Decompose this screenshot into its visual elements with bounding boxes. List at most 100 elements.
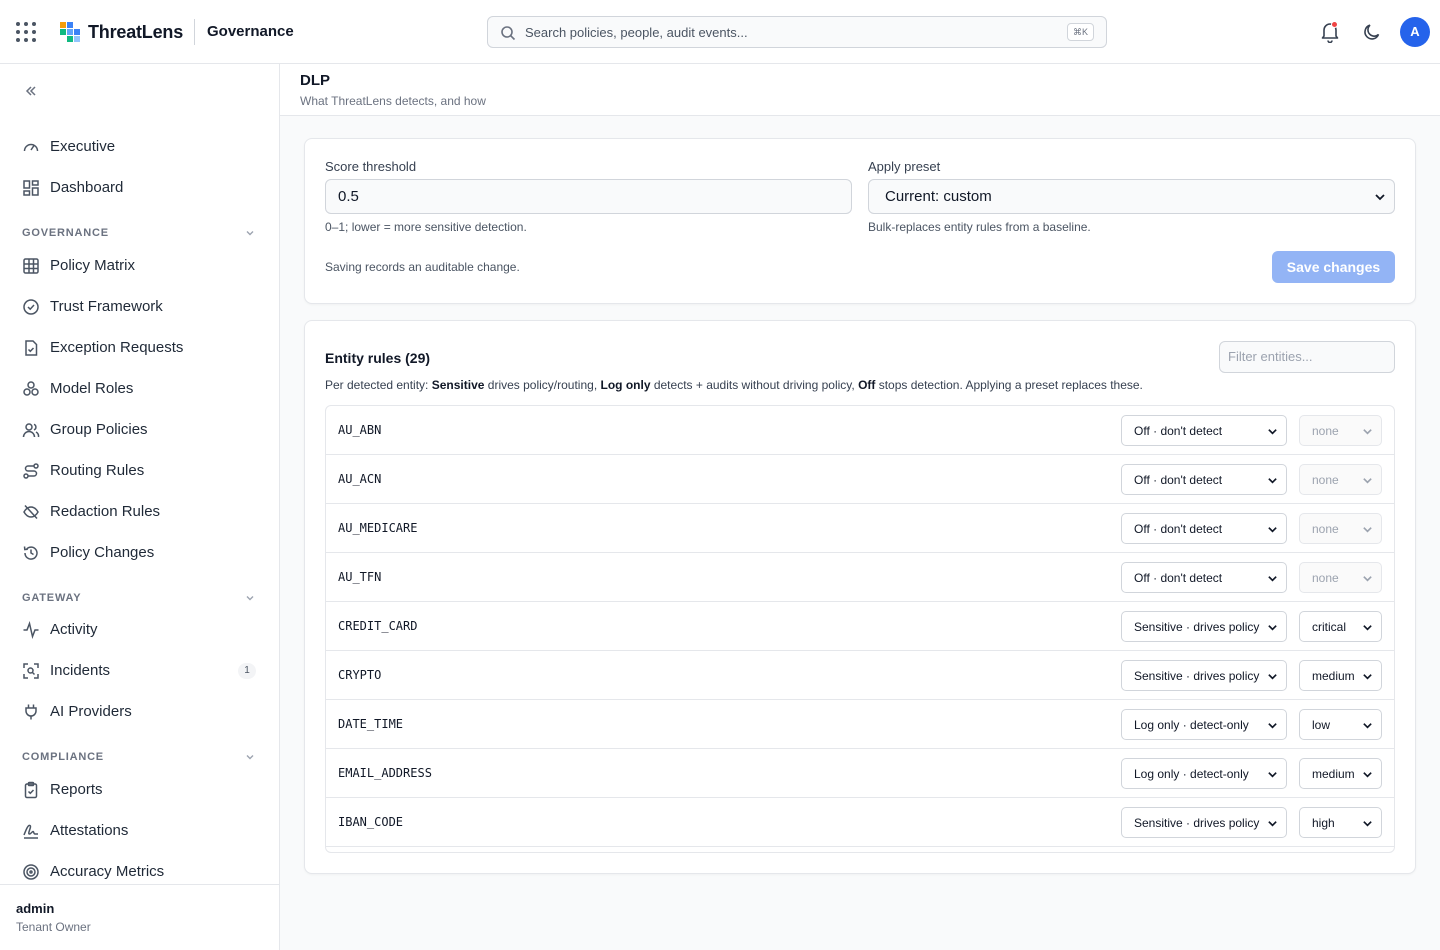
entity-mode-select[interactable]: Off · don't detect	[1121, 513, 1287, 544]
sidebar-item-policy-matrix[interactable]: Policy Matrix	[12, 249, 266, 283]
threshold-help: 0–1; lower = more sensitive detection.	[325, 220, 527, 234]
sidebar-item-reports[interactable]: Reports	[12, 773, 266, 807]
entity-severity-select: none	[1299, 415, 1382, 446]
sidebar-item-group-policies[interactable]: Group Policies	[12, 413, 266, 447]
score-threshold-input[interactable]: 0.5	[325, 179, 852, 214]
entity-severity-select[interactable]: high	[1299, 807, 1382, 838]
page-title: DLP	[300, 72, 330, 89]
page-subtitle: What ThreatLens detects, and how	[300, 94, 486, 108]
entity-mode-select[interactable]: Sensitive · drives policy	[1121, 807, 1287, 838]
entity-mode-select[interactable]: Sensitive · drives policy	[1121, 611, 1287, 642]
sidebar-item-attestations[interactable]: Attestations	[12, 814, 266, 848]
sidebar-item-label: AI Providers	[50, 703, 132, 720]
mode-selected-value: Off · don't detect	[1134, 522, 1223, 536]
audit-note: Saving records an auditable change.	[325, 260, 520, 274]
notifications-button[interactable]	[1320, 21, 1340, 44]
clipboard-check-icon	[24, 781, 38, 799]
entity-mode-select[interactable]: Log only · detect-only	[1121, 709, 1287, 740]
sidebar-item-label: Trust Framework	[50, 298, 163, 315]
eye-off-icon	[23, 504, 39, 520]
brand-divider	[194, 19, 195, 45]
search-input[interactable]: Search policies, people, audit events...	[525, 25, 748, 41]
top-bar: ThreatLens Governance Search policies, p…	[0, 0, 1440, 64]
mode-selected-value: Sensitive · drives policy	[1134, 669, 1260, 683]
entity-mode-select[interactable]: Sensitive · drives policy	[1121, 660, 1287, 691]
chevron-down-icon	[1363, 576, 1372, 582]
threshold-label: Score threshold	[325, 159, 417, 174]
sidebar-item-executive[interactable]: Executive	[12, 130, 266, 164]
entity-severity-select[interactable]: medium	[1299, 758, 1382, 789]
chevron-down-icon[interactable]	[244, 227, 256, 239]
sidebar-item-exception-requests[interactable]: Exception Requests	[12, 331, 266, 365]
sidebar-item-label: Attestations	[50, 822, 129, 839]
main-content: DLP What ThreatLens detects, and how Sco…	[280, 64, 1440, 950]
sidebar-item-label: Activity	[50, 621, 98, 638]
entity-mode-select[interactable]: Off · don't detect	[1121, 562, 1287, 593]
sidebar-item-label: Model Roles	[50, 380, 134, 397]
chevron-down-icon[interactable]	[244, 751, 256, 763]
apply-preset-select[interactable]: Current: custom	[868, 179, 1395, 214]
collapse-sidebar-icon[interactable]	[22, 82, 40, 100]
sidebar-item-label: Routing Rules	[50, 462, 145, 479]
entity-name: CRYPTO	[338, 668, 382, 682]
dlp-settings-card: Score threshold 0.5 0–1; lower = more se…	[304, 138, 1416, 304]
sidebar-item-routing-rules[interactable]: Routing Rules	[12, 454, 266, 488]
entity-severity-select[interactable]: critical	[1299, 611, 1382, 642]
entity-mode-select[interactable]: Off · don't detect	[1121, 464, 1287, 495]
severity-selected-value: high	[1312, 816, 1335, 830]
sidebar-user-card[interactable]: admin Tenant Owner	[0, 884, 279, 950]
entity-severity-select[interactable]: low	[1299, 709, 1382, 740]
entity-rules-list[interactable]: AU_ABN Off · don't detect none AU_ACN Off · …	[325, 405, 1395, 853]
sidebar-item-policy-changes[interactable]: Policy Changes	[12, 536, 266, 570]
user-avatar[interactable]: A	[1400, 17, 1430, 47]
desc-bold-log-only: Log only	[600, 378, 651, 392]
severity-selected-value: low	[1312, 718, 1331, 732]
search-icon	[501, 26, 516, 41]
entity-name: AU_MEDICARE	[338, 521, 418, 535]
sidebar-item-incidents[interactable]: Incidents 1	[12, 654, 266, 688]
app-launcher-icon[interactable]	[16, 22, 36, 42]
entity-name: AU_ACN	[338, 472, 382, 486]
desc-bold-off: Off	[858, 378, 876, 392]
severity-selected-value: none	[1312, 473, 1339, 487]
entity-mode-select[interactable]: Off · don't detect	[1121, 415, 1287, 446]
table-row: CRYPTO Sensitive · drives policy medium	[326, 651, 1394, 700]
dark-mode-toggle-icon[interactable]	[1362, 22, 1382, 42]
chevron-down-icon	[1363, 821, 1372, 827]
table-row: AU_ACN Off · don't detect none	[326, 455, 1394, 504]
sidebar-item-ai-providers[interactable]: AI Providers	[12, 695, 266, 729]
sidebar-item-label: Accuracy Metrics	[50, 863, 165, 880]
chevron-down-icon	[1268, 821, 1277, 827]
entity-name: EMAIL_ADDRESS	[338, 766, 432, 780]
group-label-compliance: COMPLIANCE	[22, 751, 104, 763]
sidebar-item-model-roles[interactable]: Model Roles	[12, 372, 266, 406]
chevron-down-icon	[1268, 772, 1277, 778]
sidebar-item-dashboard[interactable]: Dashboard	[12, 171, 266, 205]
preset-help: Bulk-replaces entity rules from a baseli…	[868, 220, 1091, 234]
brand-name: ThreatLens	[88, 22, 184, 42]
history-icon	[23, 546, 38, 560]
mode-selected-value: Sensitive · drives policy	[1134, 816, 1260, 830]
desc-bold-sensitive: Sensitive	[431, 378, 485, 392]
roles-icon	[23, 381, 39, 396]
entity-mode-select[interactable]: Log only · detect-only	[1121, 758, 1287, 789]
severity-selected-value: medium	[1312, 669, 1355, 683]
sidebar-item-activity[interactable]: Activity	[12, 613, 266, 647]
sidebar: Executive Dashboard GOVERNANCE Policy Ma…	[0, 64, 280, 950]
route-icon	[23, 463, 39, 479]
severity-selected-value: medium	[1312, 767, 1355, 781]
table-grid-icon	[23, 258, 39, 274]
preset-selected-value: Current: custom	[885, 188, 992, 205]
chevron-down-icon[interactable]	[244, 592, 256, 604]
save-changes-button[interactable]: Save changes	[1272, 251, 1395, 283]
mode-selected-value: Log only · detect-only	[1134, 718, 1249, 732]
sidebar-item-label: Group Policies	[50, 421, 148, 438]
filter-entities-input[interactable]: Filter entities...	[1219, 341, 1395, 373]
sidebar-item-trust-framework[interactable]: Trust Framework	[12, 290, 266, 324]
entity-rules-card: Entity rules (29) Filter entities... Per…	[304, 320, 1416, 874]
sidebar-item-redaction-rules[interactable]: Redaction Rules	[12, 495, 266, 529]
entity-severity-select: none	[1299, 464, 1382, 495]
entity-severity-select[interactable]: medium	[1299, 660, 1382, 691]
global-search[interactable]: Search policies, people, audit events...…	[487, 16, 1107, 48]
section-title: Governance	[207, 23, 294, 40]
